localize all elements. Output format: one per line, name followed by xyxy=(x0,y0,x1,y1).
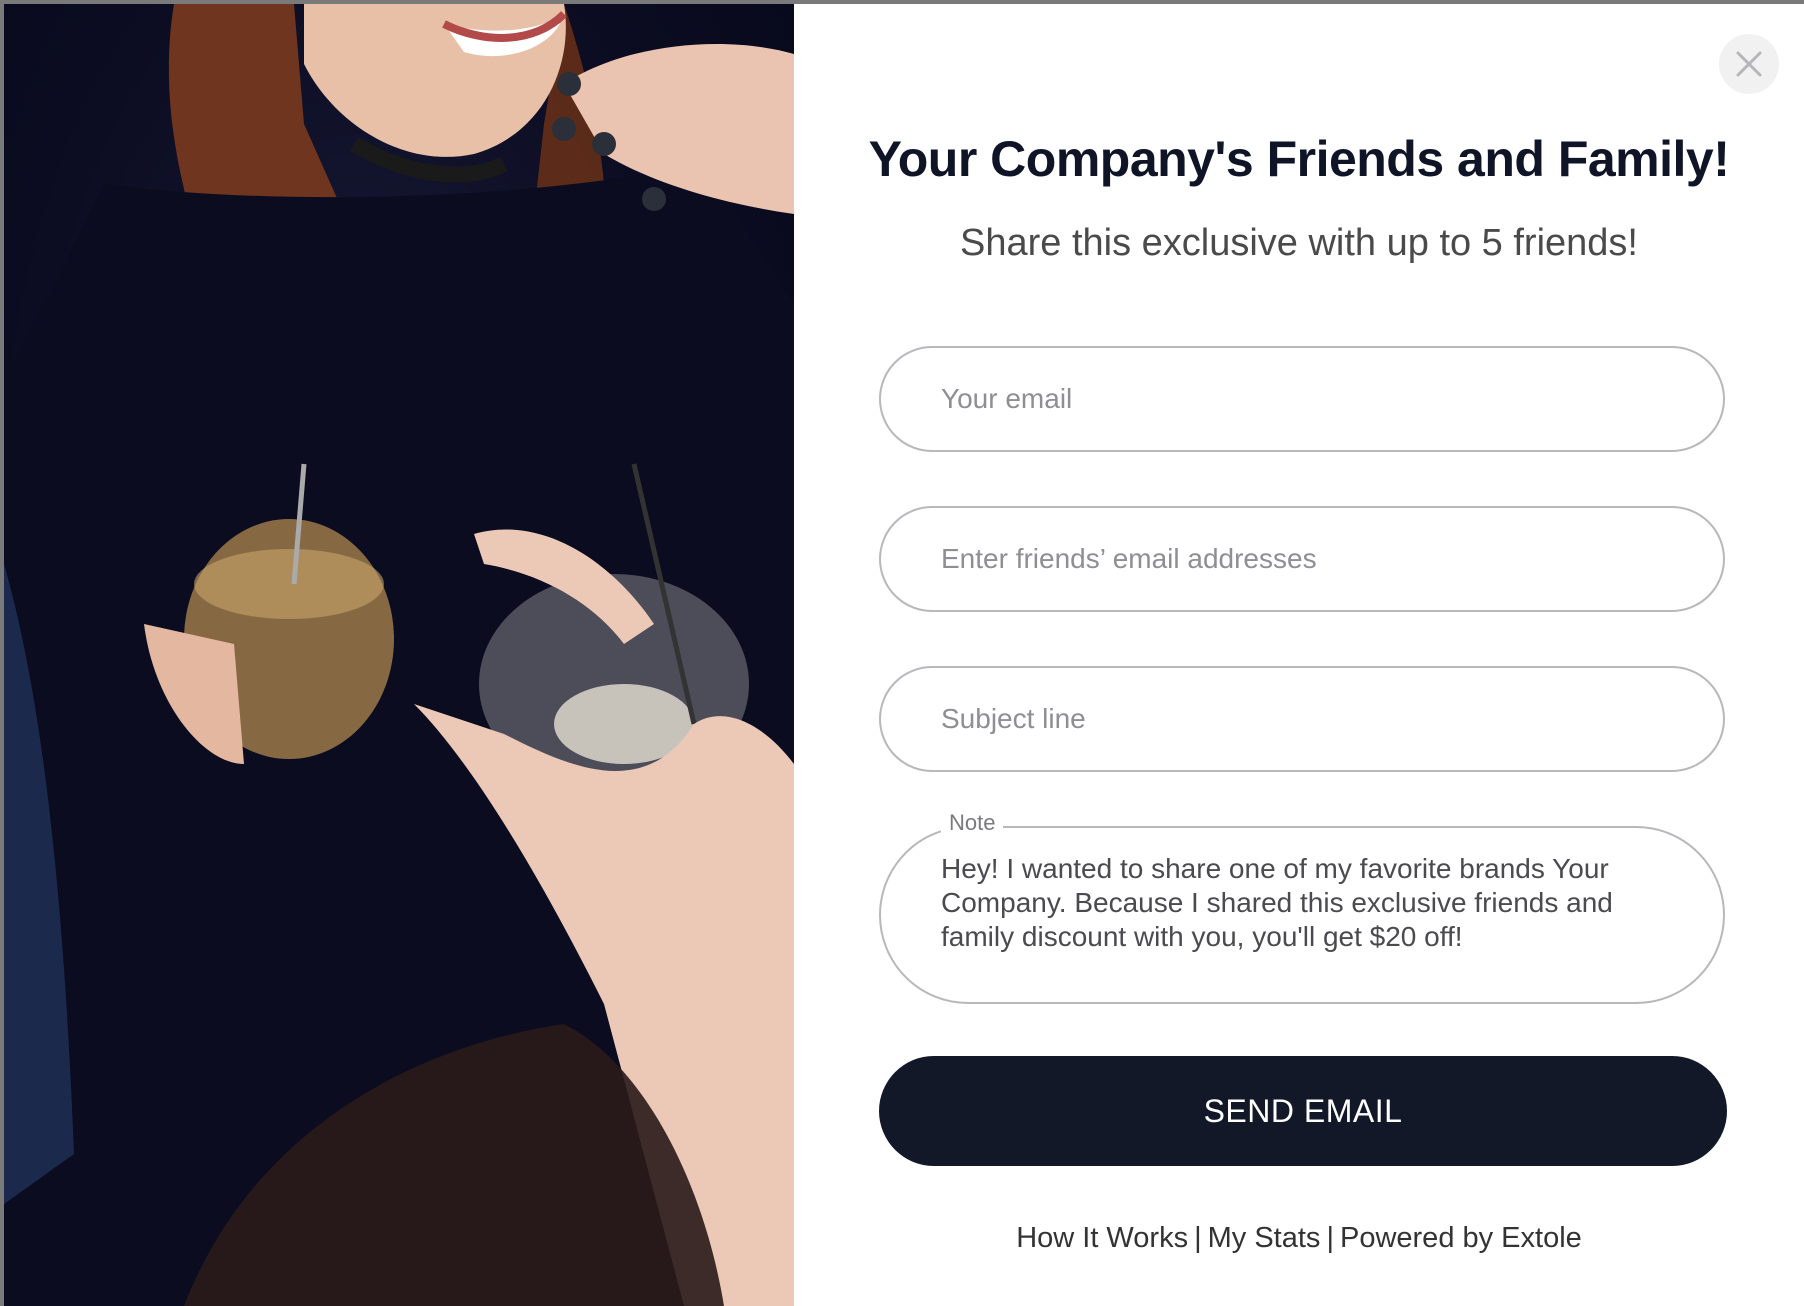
photo-illustration xyxy=(4,4,794,1306)
powered-by-extole-link[interactable]: Powered by Extole xyxy=(1340,1222,1582,1254)
how-it-works-link[interactable]: How It Works xyxy=(1016,1222,1188,1254)
share-modal: Your Company's Friends and Family! Share… xyxy=(4,4,1804,1306)
footer-separator: | xyxy=(1194,1222,1202,1254)
close-button[interactable] xyxy=(1719,34,1779,94)
close-icon xyxy=(1736,51,1762,77)
note-field: Note Hey! I wanted to share one of my fa… xyxy=(879,810,1725,1004)
send-email-button[interactable]: SEND EMAIL xyxy=(879,1056,1727,1166)
note-textarea[interactable]: Hey! I wanted to share one of my favorit… xyxy=(939,850,1683,984)
my-stats-link[interactable]: My Stats xyxy=(1208,1222,1321,1254)
hero-photo xyxy=(4,4,794,1306)
friends-email-input[interactable] xyxy=(879,506,1725,612)
modal-title: Your Company's Friends and Family! xyxy=(868,131,1730,187)
your-email-input[interactable] xyxy=(879,346,1725,452)
subject-line-input[interactable] xyxy=(879,666,1725,772)
footer-links: How It Works | My Stats | Powered by Extole xyxy=(794,1222,1804,1255)
modal-subtitle: Share this exclusive with up to 5 friend… xyxy=(959,222,1638,264)
share-form-panel: Your Company's Friends and Family! Share… xyxy=(794,4,1804,1306)
footer-separator: | xyxy=(1326,1222,1334,1254)
note-label: Note xyxy=(941,810,1004,836)
